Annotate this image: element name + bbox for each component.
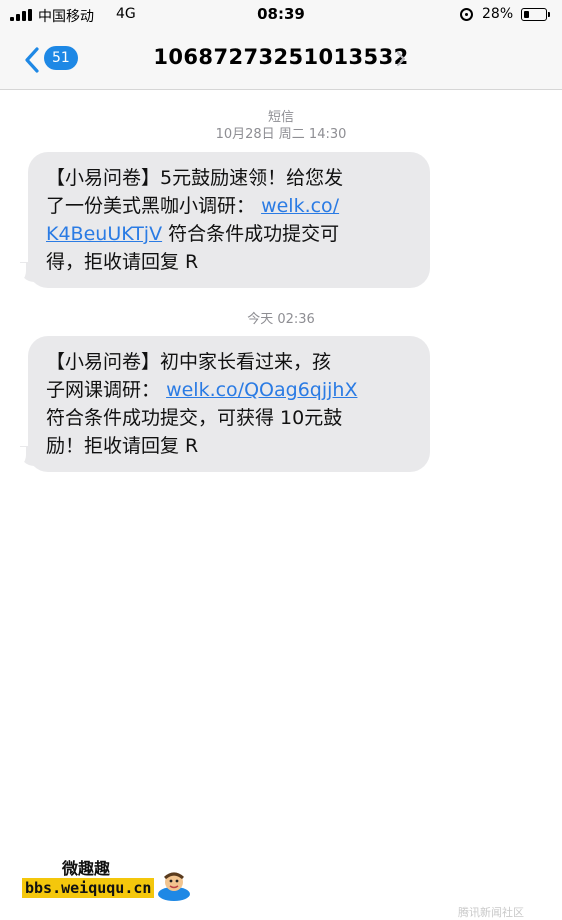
message-line: 子网课调研： welk.co/QOag6qjjhX [46,379,358,401]
status-time: 08:39 [257,5,305,23]
message-bubble[interactable]: 【小易问卷】5元鼓励速领！给您发 了一份美式黑咖小调研： welk.co/ K4… [28,152,430,288]
message-line: 符合条件成功提交，可获得 10元鼓 [46,407,343,429]
message-line: 励！拒收请回复 R [46,435,199,457]
bubble-tail-mask [8,447,26,469]
message-line: 【小易问卷】5元鼓励速领！给您发 [46,167,344,189]
battery-tip [548,12,550,17]
watermark-title: 微趣趣 [62,859,111,878]
message-link[interactable]: welk.co/ [261,195,339,217]
watermark-corner: 腾讯新闻社区 [458,906,524,919]
battery-percent: 28% [482,6,514,22]
contact-title[interactable]: 10687273251013532 [0,45,562,69]
message-timestamp: 10月28日 周二 14:30 [215,127,347,142]
status-bar: 中国移动 4G 08:39 28% [0,0,562,30]
conversation-header: 51 10687273251013532 [0,30,562,90]
message-line: K4BeuUKTjV 符合条件成功提交可 [46,223,340,245]
message-line: 了一份美式黑咖小调研： welk.co/ [46,195,340,217]
message-line: 【小易问卷】初中家长看过来，孩 [46,351,332,373]
message-link[interactable]: welk.co/QOag6qjjhX [166,379,357,401]
chevron-right-icon[interactable] [394,50,408,68]
message-timestamp: 今天 02:36 [247,312,315,327]
battery-level [523,10,530,18]
message-link[interactable]: K4BeuUKTjV [46,223,162,245]
orientation-lock-icon [460,8,473,21]
bubble-tail-mask [8,263,26,285]
battery-icon [521,8,547,21]
message-bubble[interactable]: 【小易问卷】初中家长看过来，孩 子网课调研： welk.co/QOag6qjjh… [28,336,430,472]
watermark-url: bbs.weiququ.cn [22,878,155,898]
mascot-icon [158,872,190,901]
message-line: 得，拒收请回复 R [46,251,199,273]
